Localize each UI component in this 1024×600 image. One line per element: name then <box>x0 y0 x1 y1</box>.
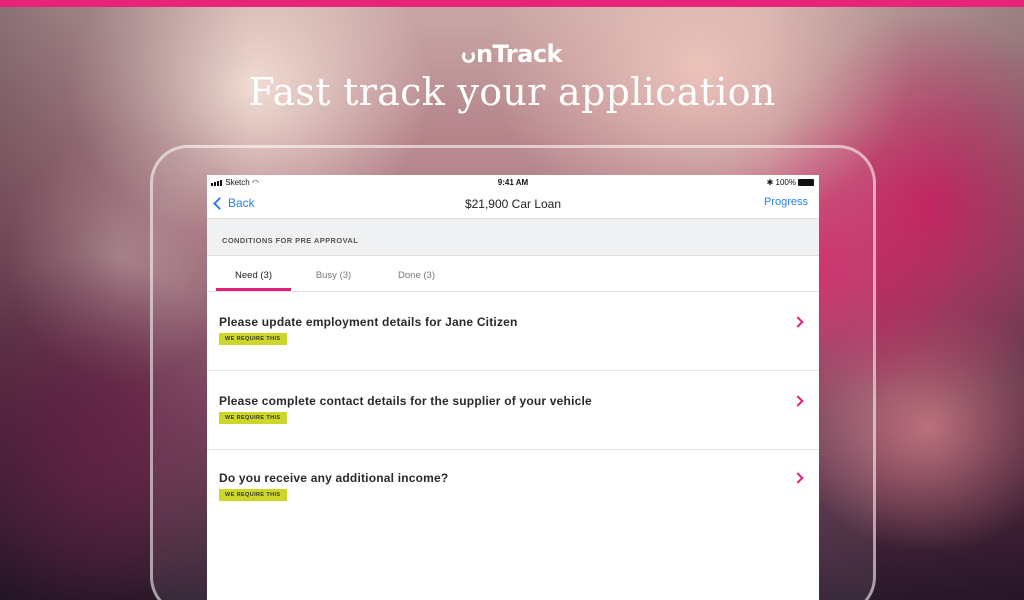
list-item-title: Please update employment details for Jan… <box>219 315 518 329</box>
nav-bar: Back $21,900 Car Loan Progress <box>207 192 819 219</box>
list-item-title: Please complete contact details for the … <box>219 394 592 408</box>
ontrack-logo: nTrack <box>0 40 1024 68</box>
logo-text: nTrack <box>475 40 563 68</box>
app-screen: Sketch ◠ 9:41 AM ✱ 100% Back $21,900 Car… <box>207 175 819 600</box>
section-header: CONDITIONS FOR PRE APPROVAL <box>207 219 819 256</box>
status-bar: Sketch ◠ 9:41 AM ✱ 100% <box>207 175 819 192</box>
requirement-badge: WE REQUIRE THIS <box>219 412 287 424</box>
requirement-badge: WE REQUIRE THIS <box>219 333 287 345</box>
page-headline: Fast track your application <box>248 70 776 114</box>
active-tab-indicator <box>216 288 291 291</box>
requirement-badge: WE REQUIRE THIS <box>219 489 287 501</box>
status-time: 9:41 AM <box>497 178 529 187</box>
tab-busy[interactable]: Busy (3) <box>296 270 371 281</box>
logo-ring-icon <box>461 50 475 63</box>
status-right: ✱ 100% <box>767 178 814 187</box>
chevron-right-icon <box>792 395 804 407</box>
nav-title: $21,900 Car Loan <box>464 197 562 211</box>
progress-button[interactable]: Progress <box>764 196 808 208</box>
top-accent-bar <box>0 0 1024 7</box>
chevron-right-icon <box>792 472 804 484</box>
battery-icon <box>798 179 814 186</box>
list-item-title: Do you receive any additional income? <box>219 471 449 485</box>
chevron-right-icon <box>792 316 804 328</box>
tab-need[interactable]: Need (3) <box>216 270 291 281</box>
list-item[interactable]: Please complete contact details for the … <box>207 371 819 450</box>
list-item[interactable]: Please update employment details for Jan… <box>207 292 819 371</box>
tab-done[interactable]: Done (3) <box>379 270 454 281</box>
bluetooth-icon: ✱ <box>766 178 774 187</box>
battery-percent: 100% <box>775 178 796 187</box>
list-item[interactable]: Do you receive any additional income? WE… <box>207 450 819 529</box>
tab-bar: Need (3) Busy (3) Done (3) <box>207 256 819 292</box>
